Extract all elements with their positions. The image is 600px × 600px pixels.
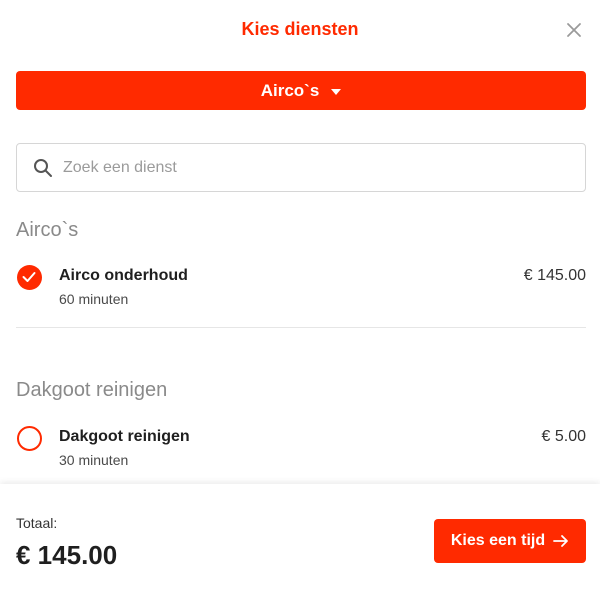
section-divider	[16, 327, 586, 328]
section-title-dakgoot: Dakgoot reinigen	[16, 379, 168, 401]
choose-time-button[interactable]: Kies een tijd	[434, 519, 586, 563]
service-checkbox-checked[interactable]	[17, 265, 42, 290]
close-button[interactable]	[562, 18, 586, 42]
section-title-aircos: Airco`s	[16, 219, 79, 241]
service-price: € 145.00	[523, 267, 586, 284]
caret-down-icon	[331, 88, 342, 95]
service-price: € 5.00	[541, 428, 586, 445]
total-label: Totaal:	[16, 515, 58, 531]
search-box[interactable]	[16, 143, 586, 192]
service-checkbox-unchecked[interactable]	[17, 426, 42, 451]
total-value: € 145.00	[16, 540, 118, 570]
service-item-airco-onderhoud[interactable]: Airco onderhoud 60 minuten € 145.00	[0, 263, 600, 323]
choose-time-label: Kies een tijd	[450, 532, 546, 549]
search-input[interactable]	[63, 158, 543, 177]
modal-title: Kies diensten	[241, 19, 359, 39]
service-name: Airco onderhoud	[59, 267, 188, 284]
search-icon	[34, 158, 52, 177]
checkmark-icon	[22, 272, 36, 282]
service-duration: 60 minuten	[59, 291, 129, 307]
modal-footer: Totaal: € 145.00 Kies een tijd	[0, 484, 600, 600]
modal-header: Kies diensten	[0, 0, 600, 60]
category-dropdown-label: Airco`s	[260, 80, 320, 100]
category-dropdown-button[interactable]: Airco`s	[16, 71, 586, 110]
arrow-right-icon	[553, 535, 569, 547]
service-name: Dakgoot reinigen	[59, 428, 190, 445]
service-duration: 30 minuten	[59, 452, 129, 468]
service-item-dakgoot-reinigen[interactable]: Dakgoot reinigen 30 minuten € 5.00	[0, 424, 600, 484]
close-icon	[567, 23, 581, 37]
